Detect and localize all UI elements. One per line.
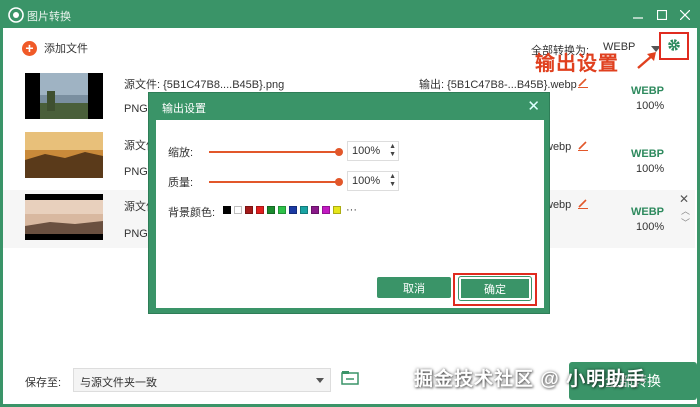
stepper-arrows-icon[interactable]: ▲ ▼: [389, 143, 396, 159]
app-title: 图片转换: [27, 11, 71, 23]
cancel-button[interactable]: 取消: [377, 277, 451, 298]
swatch-magenta[interactable]: [322, 206, 330, 214]
source-format: PNG: [124, 228, 148, 240]
thumbnail-image: [25, 73, 103, 119]
arrow-icon: [636, 50, 658, 73]
scale-label: 缩放:: [168, 147, 194, 159]
add-file-button[interactable]: + 添加文件: [22, 39, 88, 57]
more-colors-button[interactable]: ···: [346, 204, 357, 216]
save-to-label: 保存至:: [25, 377, 62, 389]
settings-highlight: [659, 32, 689, 60]
swatch-dark-red[interactable]: [245, 206, 253, 214]
quality-value: 100%: [352, 175, 381, 187]
progress-text: 100%: [636, 163, 665, 175]
title-bar: 图片转换: [3, 3, 697, 28]
scale-value: 100%: [352, 145, 381, 157]
scale-slider[interactable]: [209, 151, 339, 153]
watermark-text: 掘金技术社区 @ 小明助手: [414, 369, 647, 390]
source-format: PNG: [124, 166, 148, 178]
swatch-black[interactable]: [223, 206, 231, 214]
progress-text: 100%: [636, 221, 665, 233]
dialog-title: 输出设置: [162, 103, 206, 115]
thumbnail-image: [25, 132, 103, 178]
chevron-down-icon: [316, 378, 324, 383]
minimize-icon[interactable]: [629, 6, 647, 24]
quality-slider-handle[interactable]: [335, 178, 343, 186]
move-down-icon[interactable]: ﹀: [681, 219, 690, 228]
source-filename: 源文件: {5B1C47B8....B45B}.png: [124, 79, 285, 91]
save-path-select[interactable]: 与源文件夹一致: [73, 368, 331, 392]
swatch-white[interactable]: [234, 206, 242, 214]
swatch-yellow[interactable]: [333, 206, 341, 214]
thumbnail-image: [25, 194, 103, 240]
close-icon[interactable]: [676, 6, 694, 24]
color-swatches: ···: [223, 204, 357, 216]
swatch-teal[interactable]: [300, 206, 308, 214]
ok-button[interactable]: 确定: [458, 276, 532, 301]
progress-text: 100%: [636, 100, 665, 112]
target-format: WEBP: [631, 85, 664, 97]
background-color-label: 背景颜色:: [168, 207, 216, 219]
target-format: WEBP: [631, 148, 664, 160]
output-settings-dialog: 输出设置 ✕ 缩放: 100% ▲ ▼ 质量: 100% ▲ ▼ 背景颜色: ·…: [148, 92, 550, 314]
edit-icon[interactable]: [577, 139, 589, 151]
dialog-body: 缩放: 100% ▲ ▼ 质量: 100% ▲ ▼ 背景颜色: ··· 取消 确…: [156, 120, 544, 308]
dialog-close-icon[interactable]: ✕: [527, 97, 540, 115]
swatch-purple[interactable]: [311, 206, 319, 214]
add-file-label: 添加文件: [44, 43, 88, 55]
stepper-arrows-icon[interactable]: ▲ ▼: [389, 173, 396, 189]
swatch-dark-green[interactable]: [267, 206, 275, 214]
swatch-red[interactable]: [256, 206, 264, 214]
app-logo-icon: [8, 7, 24, 23]
folder-icon[interactable]: [341, 370, 359, 386]
scale-stepper[interactable]: 100% ▲ ▼: [347, 141, 399, 161]
remove-icon[interactable]: ✕: [679, 192, 689, 206]
save-path-value: 与源文件夹一致: [80, 377, 157, 389]
source-format: PNG: [124, 103, 148, 115]
output-filename: 输出: {5B1C47B8-...B45B}.webp: [419, 79, 577, 91]
quality-slider[interactable]: [209, 181, 339, 183]
move-up-icon[interactable]: ︿: [681, 207, 690, 216]
edit-icon[interactable]: [577, 197, 589, 209]
edit-icon[interactable]: [577, 76, 589, 88]
gear-icon[interactable]: [666, 37, 682, 56]
maximize-icon[interactable]: [653, 6, 671, 24]
annotation-text: 输出设置: [535, 53, 619, 75]
quality-label: 质量:: [168, 177, 194, 189]
swatch-green[interactable]: [278, 206, 286, 214]
swatch-blue[interactable]: [289, 206, 297, 214]
quality-stepper[interactable]: 100% ▲ ▼: [347, 171, 399, 191]
target-format: WEBP: [631, 206, 664, 218]
plus-icon: +: [22, 40, 37, 56]
scale-slider-handle[interactable]: [335, 148, 343, 156]
